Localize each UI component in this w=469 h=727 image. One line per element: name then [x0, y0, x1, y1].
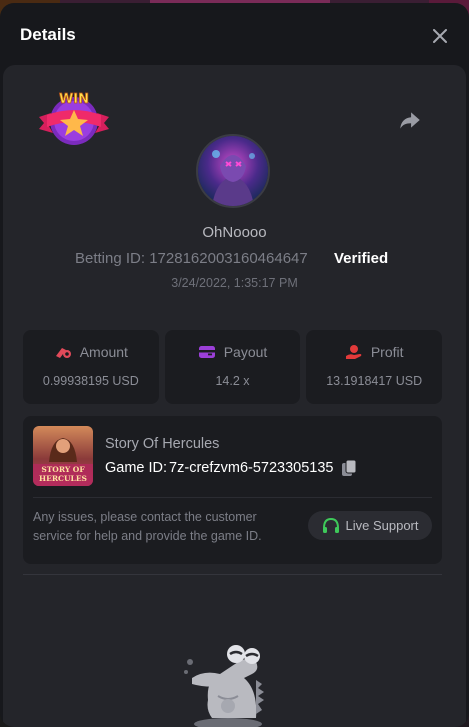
game-id-value: 7z-crefzvm6-5723305135 — [169, 460, 334, 476]
thumb-text-line2: HERCULES — [39, 474, 87, 483]
game-id-row: Game ID: 7z-crefzvm6-5723305135 — [105, 459, 357, 477]
username: OhNoooo — [202, 224, 267, 241]
win-badge-text: WIN — [59, 92, 89, 107]
wallet-icon — [198, 346, 215, 358]
close-icon — [433, 29, 447, 43]
section-divider — [23, 574, 442, 575]
live-support-button[interactable]: Live Support — [308, 511, 432, 540]
copy-icon[interactable] — [341, 459, 357, 477]
details-modal: Details WIN OhNoooo Betting ID: 17281620… — [0, 3, 469, 727]
hand-coin-icon — [345, 345, 362, 359]
stat-payout: Payout 14.2 x — [164, 330, 301, 404]
close-button[interactable] — [427, 23, 453, 49]
stat-payout-label: Payout — [223, 344, 268, 360]
avatar — [196, 134, 270, 208]
stat-profit: Profit 13.1918417 USD — [306, 330, 443, 404]
stat-profit-value: 13.1918417 USD — [326, 374, 423, 388]
stat-amount-value: 0.99938195 USD — [42, 374, 139, 388]
game-id-label: Game ID: — [105, 460, 168, 476]
game-thumbnail[interactable]: STORY OF HERCULES — [33, 426, 93, 486]
mascot-image — [178, 640, 278, 727]
thumb-text-line1: STORY OF — [41, 465, 85, 474]
game-card: STORY OF HERCULES Story Of Hercules Game… — [23, 416, 442, 564]
share-icon — [400, 112, 420, 129]
betting-id-label: Betting ID: — [75, 250, 146, 267]
stat-amount: Amount 0.99938195 USD — [23, 330, 159, 404]
stat-amount-label: Amount — [79, 344, 128, 360]
bet-timestamp: 3/24/2022, 1:35:17 PM — [171, 276, 298, 290]
verified-badge: Verified — [334, 250, 389, 267]
stat-payout-value: 14.2 x — [215, 374, 250, 388]
headset-icon — [322, 517, 339, 533]
betting-id-value: 1728162003160464647 — [149, 250, 308, 267]
win-badge: WIN — [37, 89, 111, 147]
stats-row: Amount 0.99938195 USD Payout 14.2 x Prof… — [23, 330, 443, 404]
modal-title: Details — [20, 25, 76, 44]
live-support-label: Live Support — [345, 518, 419, 533]
help-text: Any issues, please contact the customer … — [33, 510, 262, 543]
betting-id-row: Betting ID: 1728162003160464647 — [75, 250, 308, 267]
details-content: WIN OhNoooo Betting ID: 1728162003160464… — [3, 65, 466, 727]
stat-profit-label: Profit — [370, 344, 404, 360]
win-badge-icon: WIN — [39, 92, 109, 145]
share-button[interactable] — [397, 107, 423, 133]
card-divider — [33, 497, 432, 498]
modal-header: Details — [0, 3, 469, 65]
game-name[interactable]: Story Of Hercules — [105, 436, 219, 452]
coins-icon — [55, 348, 71, 358]
